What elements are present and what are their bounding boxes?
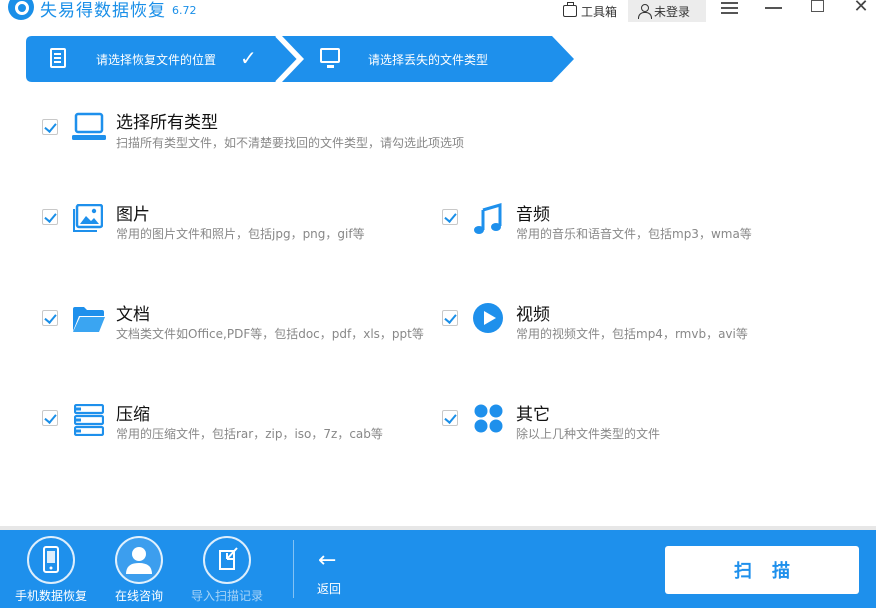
user-icon xyxy=(638,4,652,19)
maximize-button[interactable] xyxy=(807,0,829,18)
video-title: 视频 xyxy=(516,305,550,325)
archive-icon xyxy=(74,404,104,436)
title-bar: 失易得数据恢复 6.72 工具箱 未登录 ✕ xyxy=(0,0,876,22)
all-types-desc: 扫描所有类型文件，如不清楚要找回的文件类型，请勾选此项选项 xyxy=(116,136,465,150)
video-desc: 常用的视频文件，包括mp4，rmvb，avi等 xyxy=(516,327,748,341)
image-icon xyxy=(73,204,103,232)
step-1-label: 请选择恢复文件的位置 xyxy=(96,53,217,67)
online-help-label: 在线咨询 xyxy=(115,589,164,603)
documents-checkbox[interactable] xyxy=(42,310,58,326)
folder-icon xyxy=(73,307,105,332)
bottom-bar: 手机数据恢复 在线咨询 导入扫描记录 ← 返回 扫描 xyxy=(0,530,876,608)
other-title: 其它 xyxy=(516,405,550,425)
archive-checkbox[interactable] xyxy=(42,410,58,426)
import-icon xyxy=(203,536,251,584)
minimize-button[interactable] xyxy=(763,0,785,18)
video-checkbox[interactable] xyxy=(442,310,458,326)
toolbox-button[interactable]: 工具箱 xyxy=(563,0,617,22)
all-types-checkbox[interactable] xyxy=(42,119,58,135)
laptop-icon xyxy=(72,112,106,140)
images-title: 图片 xyxy=(116,205,150,225)
audio-title: 音频 xyxy=(516,205,550,225)
archive-title: 压缩 xyxy=(116,405,150,425)
back-arrow-icon: ← xyxy=(318,548,337,573)
login-button[interactable]: 未登录 xyxy=(628,0,706,22)
phone-recovery-button[interactable]: 手机数据恢复 xyxy=(10,530,94,608)
toolbox-icon xyxy=(563,2,577,17)
play-icon xyxy=(473,303,503,333)
app-title: 失易得数据恢复 xyxy=(40,1,166,21)
support-agent-icon xyxy=(115,536,163,584)
back-label: 返回 xyxy=(317,582,342,596)
images-checkbox[interactable] xyxy=(42,209,58,225)
music-note-icon xyxy=(474,203,502,234)
online-help-button[interactable]: 在线咨询 xyxy=(110,530,168,608)
login-label: 未登录 xyxy=(654,4,691,19)
import-scan-label: 导入扫描记录 xyxy=(191,589,264,603)
monitor-icon xyxy=(320,48,340,68)
audio-desc: 常用的音乐和语音文件，包括mp3，wma等 xyxy=(516,227,752,241)
documents-desc: 文档类文件如Office,PDF等，包括doc，pdf，xls，ppt等 xyxy=(116,327,424,341)
toolbox-label: 工具箱 xyxy=(581,4,618,19)
images-desc: 常用的图片文件和照片，包括jpg，png，gif等 xyxy=(116,227,365,241)
other-desc: 除以上几种文件类型的文件 xyxy=(516,427,661,441)
check-icon: ✓ xyxy=(240,46,257,70)
menu-button[interactable] xyxy=(719,0,741,18)
import-scan-button[interactable]: 导入扫描记录 xyxy=(190,530,266,608)
step-2-label: 请选择丢失的文件类型 xyxy=(368,53,489,67)
phone-icon xyxy=(27,536,75,584)
all-types-title: 选择所有类型 xyxy=(116,113,218,133)
document-icon xyxy=(50,48,66,68)
scan-button[interactable]: 扫描 xyxy=(665,546,859,594)
archive-desc: 常用的压缩文件，包括rar，zip，iso，7z，cab等 xyxy=(116,427,383,441)
step-breadcrumb: 请选择恢复文件的位置 ✓ 请选择丢失的文件类型 xyxy=(26,36,574,82)
phone-recovery-label: 手机数据恢复 xyxy=(15,589,88,603)
app-logo-icon xyxy=(8,0,34,20)
app-version: 6.72 xyxy=(172,4,197,17)
audio-checkbox[interactable] xyxy=(442,209,458,225)
grid-dots-icon xyxy=(474,404,503,433)
documents-title: 文档 xyxy=(116,305,150,325)
other-checkbox[interactable] xyxy=(442,410,458,426)
close-button[interactable]: ✕ xyxy=(850,0,872,17)
bottom-divider xyxy=(293,540,294,598)
